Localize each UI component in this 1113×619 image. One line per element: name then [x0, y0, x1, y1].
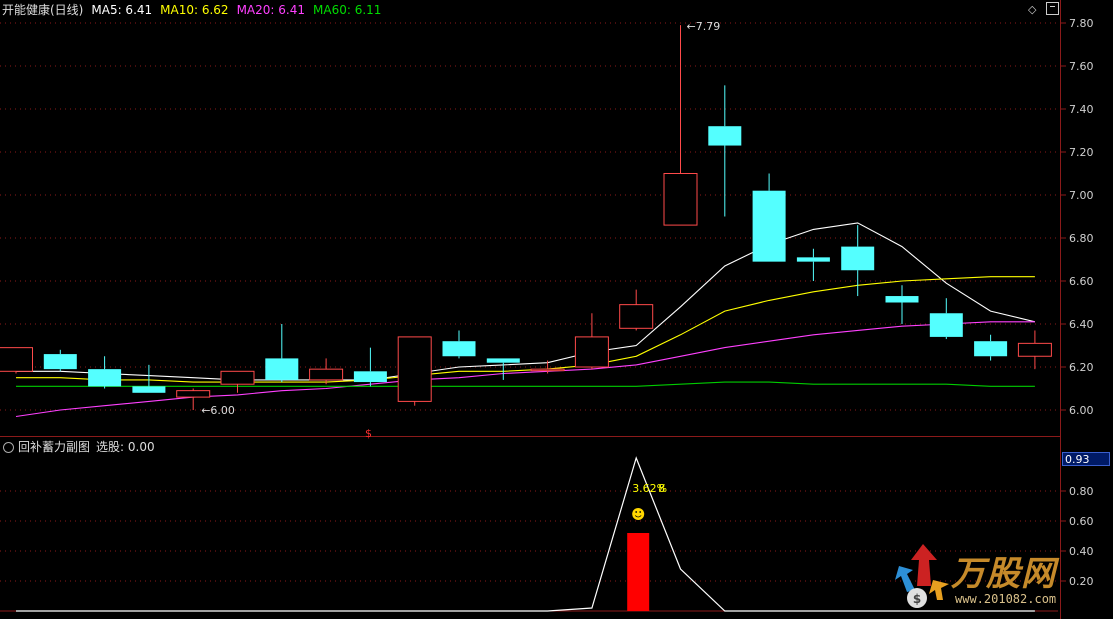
y-tick-label: 7.00 [1069, 189, 1094, 202]
candle-body-down [132, 386, 166, 393]
ma-line-ma5 [16, 222, 1036, 381]
candle-body-up [220, 370, 255, 385]
smiley-eye [635, 511, 638, 513]
candle-body-down [885, 296, 919, 303]
candle-body-down [796, 257, 830, 262]
candle-body-up [176, 390, 211, 398]
low-price-label: ←6.00 [201, 404, 235, 417]
y-tick-label: 6.60 [1069, 275, 1094, 288]
percent-overlay: 8 [658, 482, 665, 495]
stock-chart: 7.80 7.60 7.40 7.20 7.00 6.80 6.60 6.40 6.20 6.00… [0, 17, 1094, 612]
ma-line-ma20 [15, 321, 1035, 418]
candle-body-down [353, 371, 387, 383]
candle-body-down [265, 358, 299, 380]
ma-line-ma10 [16, 276, 1035, 383]
candle-body-down [841, 246, 875, 271]
y-tick-label: 7.40 [1069, 103, 1094, 116]
sub-value-box: 0.93 [1062, 452, 1110, 466]
candle-body-down [708, 126, 742, 146]
candle-body-up [397, 336, 432, 402]
candle-body-up [0, 347, 33, 372]
candle-body-up [1017, 342, 1052, 357]
signal-line [16, 456, 1035, 612]
logo-url: www.201082.com [955, 592, 1057, 606]
logo-brand: 万股网 [951, 554, 1056, 594]
high-price-label: ←7.79 [687, 20, 721, 33]
candle-body-down [43, 354, 77, 370]
svg-text:$: $ [913, 592, 921, 606]
smiley-eye [639, 511, 642, 513]
y-tick-label: 0.80 [1069, 485, 1094, 498]
y-tick-label: 0.60 [1069, 515, 1094, 528]
y-tick-label: 6.00 [1069, 404, 1094, 417]
candle-body-up [309, 368, 344, 381]
y-tick-label: 7.20 [1069, 146, 1094, 159]
candle-body-up [663, 173, 698, 226]
y-tick-label: 6.40 [1069, 318, 1094, 331]
ma-line-ma60 [16, 381, 1035, 387]
candle-body-down [752, 190, 786, 262]
dollar-marker: $ [365, 427, 372, 440]
candle-body-down [486, 358, 520, 363]
signal-bar [627, 533, 650, 611]
candle-body-up [530, 368, 565, 372]
smiley-icon [632, 508, 645, 520]
y-tick-label: 7.60 [1069, 60, 1094, 73]
y-tick-label: 6.20 [1069, 361, 1094, 374]
candle-body-up [574, 336, 609, 368]
bull-logo-icon: $ 万股网 www.201082.com [893, 540, 1093, 612]
candle-body-down [442, 341, 476, 357]
y-tick-label: 7.80 [1069, 17, 1094, 30]
candle-body-down [88, 369, 122, 387]
y-tick-label: 6.80 [1069, 232, 1094, 245]
candle-body-up [619, 304, 654, 329]
candle-body-down [974, 341, 1008, 357]
candle-body-down [929, 313, 963, 337]
